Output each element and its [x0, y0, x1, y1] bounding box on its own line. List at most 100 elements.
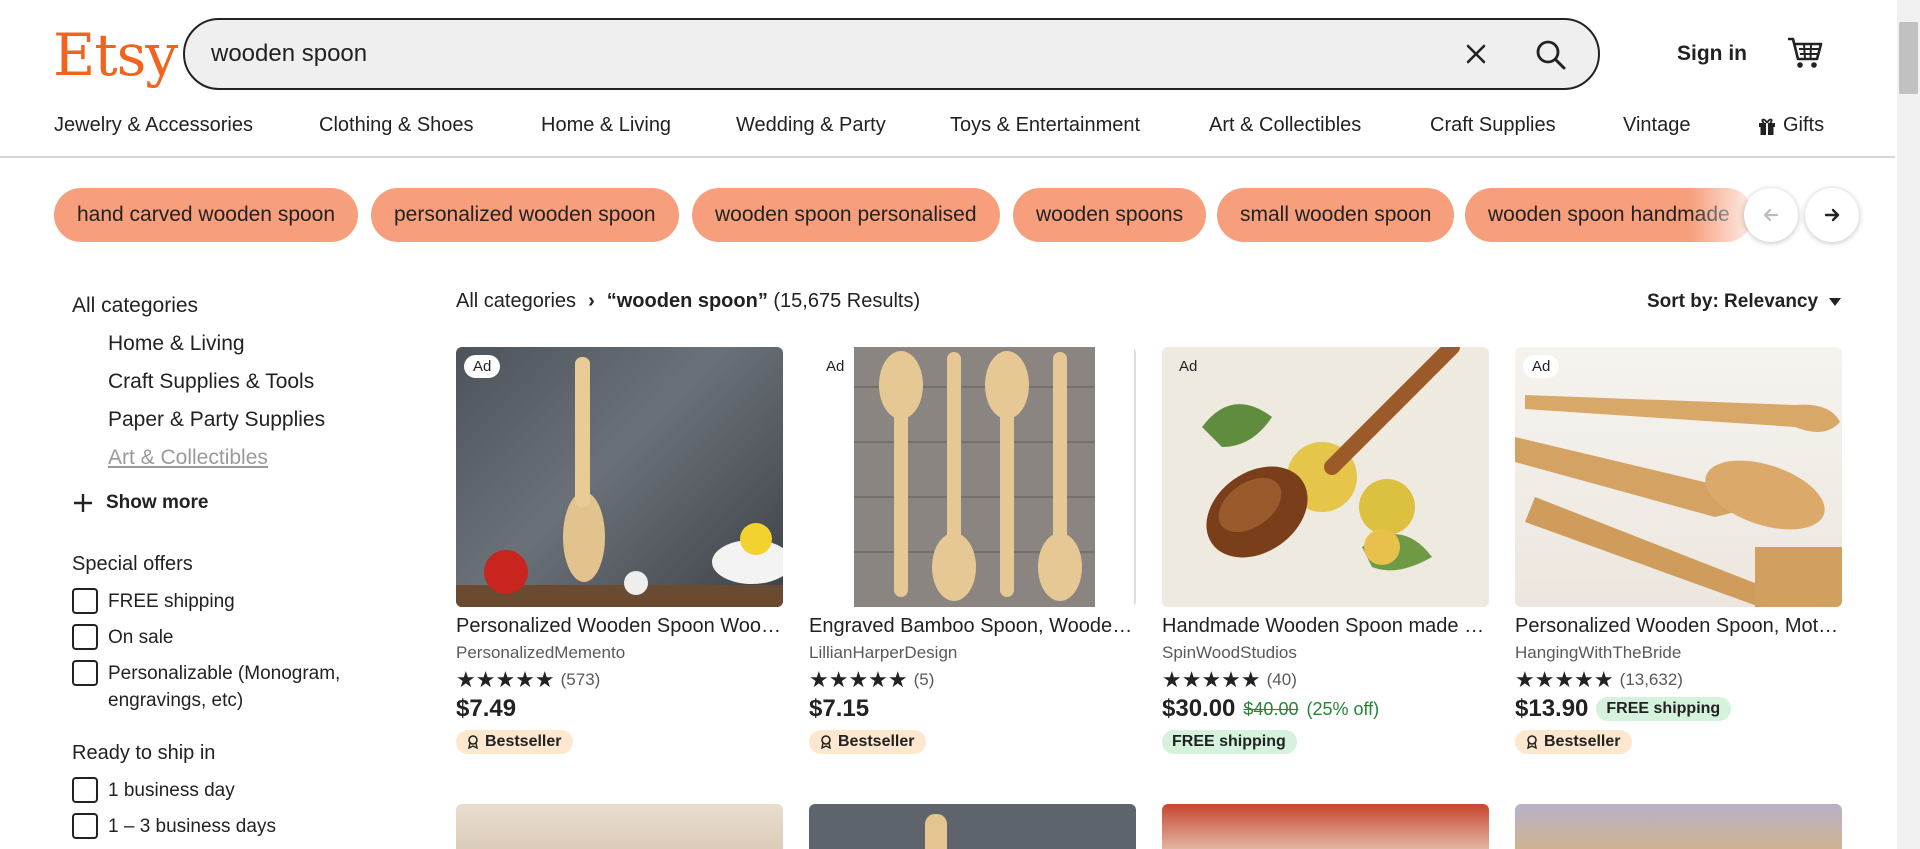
product-image[interactable]: Ad: [1515, 347, 1842, 607]
shop-name: LillianHarperDesign: [809, 643, 958, 662]
breadcrumb-root[interactable]: All categories: [456, 290, 576, 313]
checkbox[interactable]: [72, 777, 98, 803]
rating: ★★★★★ (573): [456, 669, 783, 691]
nav-vintage[interactable]: Vintage: [1623, 114, 1690, 137]
arrow-right-icon: [1824, 208, 1840, 222]
search-query: “wooden spoon”: [606, 290, 768, 312]
free-shipping-badge: FREE shipping: [1162, 730, 1297, 754]
search-input[interactable]: [211, 20, 1361, 88]
review-count: (5): [913, 670, 935, 689]
star-rating-icon: ★★★★★: [1162, 667, 1261, 692]
bestseller-badge: Bestseller: [809, 730, 926, 754]
filter-on-sale[interactable]: On sale: [72, 624, 368, 651]
nav-wedding-party[interactable]: Wedding & Party: [736, 114, 886, 137]
chip-personalised[interactable]: wooden spoon personalised: [692, 188, 1000, 242]
breadcrumb: All categories › “wooden spoon” (15,675 …: [456, 290, 920, 313]
filter-label: 1 – 3 business days: [108, 816, 276, 837]
product-title[interactable]: Personalized Wooden Spoon, Mother's Day …: [1515, 615, 1842, 638]
product-card[interactable]: Ad Engraved Bamboo Spoon, Wooden Spoon P…: [809, 347, 1136, 754]
price: $30.00: [1162, 695, 1236, 722]
product-title[interactable]: Engraved Bamboo Spoon, Wooden Spoon Pers…: [809, 615, 1136, 638]
rating: ★★★★★ (13,632): [1515, 669, 1842, 691]
discount: (25% off): [1306, 698, 1380, 719]
nav-home-living[interactable]: Home & Living: [541, 114, 671, 137]
shop-name: HangingWithTheBride: [1515, 643, 1682, 662]
sign-in-link[interactable]: Sign in: [1677, 42, 1747, 66]
badge-label: Bestseller: [1544, 733, 1621, 750]
cart-icon[interactable]: [1785, 32, 1825, 72]
sort-label: Sort by: Relevancy: [1647, 291, 1819, 312]
chevron-right-icon: ›: [588, 290, 595, 312]
free-shipping-badge: FREE shipping: [1596, 697, 1732, 721]
bestseller-badge: Bestseller: [1515, 730, 1632, 754]
product-title[interactable]: Personalized Wooden Spoon Wood Engraved …: [456, 615, 783, 638]
show-more-button[interactable]: Show more: [72, 492, 208, 514]
rating: ★★★★★ (40): [1162, 669, 1489, 691]
chip-scroll-left-button[interactable]: [1744, 188, 1798, 242]
chip-hand-carved[interactable]: hand carved wooden spoon: [54, 188, 359, 242]
product-card[interactable]: Ad Handmade Wooden Spoon made from Cherr…: [1162, 347, 1489, 754]
filter-1-business-day[interactable]: 1 business day: [72, 777, 368, 804]
product-image[interactable]: Ad: [1162, 347, 1489, 607]
badge-label: Bestseller: [485, 733, 562, 750]
nav-clothing-shoes[interactable]: Clothing & Shoes: [319, 114, 474, 137]
checkbox[interactable]: [72, 660, 98, 686]
plus-icon: [74, 494, 92, 512]
subcategory-craft-supplies[interactable]: Craft Supplies & Tools: [108, 370, 314, 394]
product-image[interactable]: Ad: [456, 347, 783, 607]
scrollbar-thumb[interactable]: [1899, 22, 1918, 94]
checkbox[interactable]: [72, 813, 98, 839]
etsy-logo[interactable]: Etsy: [53, 22, 178, 88]
review-count: (40): [1266, 670, 1297, 689]
header-divider: [0, 156, 1895, 158]
related-searches: hand carved wooden spoon personalized wo…: [54, 188, 1864, 242]
chip-small[interactable]: small wooden spoon: [1217, 188, 1455, 242]
scrollbar[interactable]: [1897, 0, 1920, 849]
checkbox[interactable]: [72, 588, 98, 614]
clear-search-icon[interactable]: [1460, 38, 1492, 70]
product-image[interactable]: [1162, 804, 1489, 849]
filter-1-3-business-days[interactable]: 1 – 3 business days: [72, 813, 368, 840]
product-image[interactable]: [456, 804, 783, 849]
product-card[interactable]: Ad Personalized Wooden Spoon Wood Engrav…: [456, 347, 783, 754]
arrow-left-icon: [1763, 208, 1779, 222]
checkbox[interactable]: [72, 624, 98, 650]
product-card[interactable]: Ad Personalized Wooden Spoon, Mother's D…: [1515, 347, 1842, 754]
sort-dropdown[interactable]: Sort by: Relevancy: [1647, 291, 1842, 313]
chip-scroll-right-button[interactable]: [1805, 188, 1859, 242]
all-categories-heading[interactable]: All categories: [72, 294, 198, 318]
filter-personalizable[interactable]: Personalizable (Monogram, engravings, et…: [72, 660, 368, 714]
subcategory-paper-party[interactable]: Paper & Party Supplies: [108, 408, 325, 432]
nav-jewelry-accessories[interactable]: Jewelry & Accessories: [54, 114, 253, 137]
nav-gifts[interactable]: Gifts: [1758, 114, 1824, 137]
nav-craft-supplies[interactable]: Craft Supplies: [1430, 114, 1556, 137]
subcategory-home-living[interactable]: Home & Living: [108, 332, 245, 356]
ad-badge: Ad: [1179, 358, 1198, 375]
chip-wooden-spoons[interactable]: wooden spoons: [1013, 188, 1207, 242]
award-icon: [468, 735, 478, 749]
product-title[interactable]: Handmade Wooden Spoon made from Cherry: [1162, 615, 1489, 638]
filter-free-shipping[interactable]: FREE shipping: [72, 588, 368, 615]
subcategory-art-collectibles[interactable]: Art & Collectibles: [108, 446, 268, 470]
ad-badge: Ad: [1523, 355, 1560, 378]
chip-personalized[interactable]: personalized wooden spoon: [371, 188, 679, 242]
filter-label: 1 business day: [108, 780, 235, 801]
nav-art-collectibles[interactable]: Art & Collectibles: [1209, 114, 1361, 137]
ad-badge: Ad: [464, 355, 501, 378]
star-rating-icon: ★★★★★: [1515, 667, 1614, 692]
filter-label: FREE shipping: [108, 591, 235, 612]
nav-toys-entertainment[interactable]: Toys & Entertainment: [950, 114, 1140, 137]
search-bar: [183, 18, 1600, 90]
filter-label: On sale: [108, 627, 174, 648]
special-offers-heading: Special offers: [72, 553, 193, 575]
show-more-label: Show more: [106, 492, 209, 513]
rating: ★★★★★ (5): [809, 669, 1136, 691]
product-image[interactable]: [809, 804, 1136, 849]
original-price: $40.00: [1243, 698, 1299, 719]
shop-name: PersonalizedMemento: [456, 643, 626, 662]
review-count: (13,632): [1619, 670, 1683, 689]
product-image[interactable]: Ad: [809, 347, 1136, 607]
ready-to-ship-heading: Ready to ship in: [72, 742, 216, 764]
product-image[interactable]: [1515, 804, 1842, 849]
search-button[interactable]: [1526, 30, 1576, 80]
